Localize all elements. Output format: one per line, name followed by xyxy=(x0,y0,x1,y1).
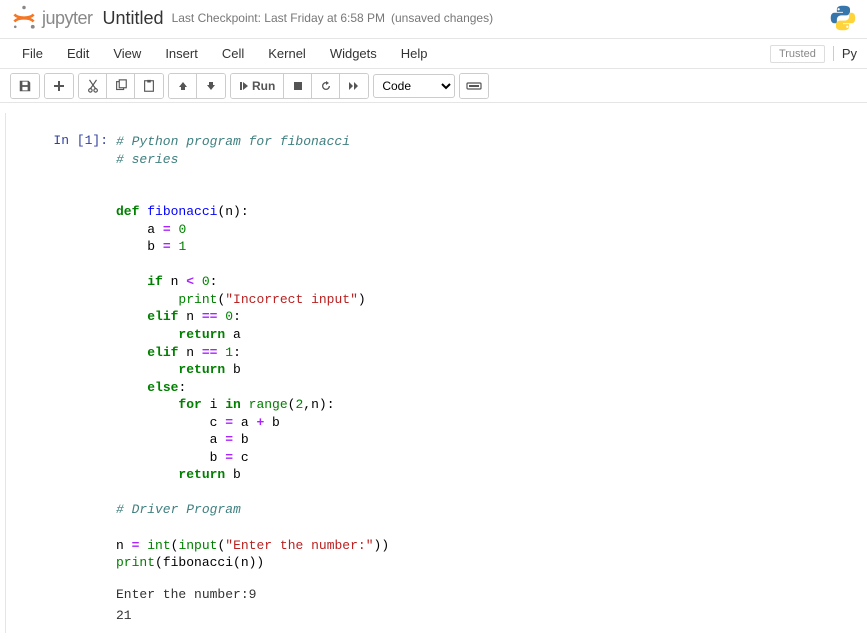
move-up-button[interactable] xyxy=(169,74,197,98)
paste-button[interactable] xyxy=(135,74,163,98)
python-logo-icon xyxy=(829,4,857,32)
code-line[interactable]: b = 1 xyxy=(116,238,867,256)
code-line[interactable]: print("Incorrect input") xyxy=(116,291,867,309)
menu-file[interactable]: File xyxy=(10,40,55,67)
code-line[interactable]: if n < 0: xyxy=(116,273,867,291)
menu-edit[interactable]: Edit xyxy=(55,40,101,67)
code-line[interactable]: elif n == 0: xyxy=(116,308,867,326)
restart-button[interactable] xyxy=(312,74,340,98)
menubar: FileEditViewInsertCellKernelWidgetsHelp … xyxy=(0,39,867,69)
code-line[interactable]: # series xyxy=(116,151,867,169)
output-line: Enter the number:9 xyxy=(116,586,867,604)
autosave-status: (unsaved changes) xyxy=(391,11,493,25)
output-line: 21 xyxy=(116,607,867,625)
code-line[interactable]: a = 0 xyxy=(116,221,867,239)
cell-type-select[interactable]: Code xyxy=(373,74,455,98)
code-line[interactable]: return b xyxy=(116,361,867,379)
menu-kernel[interactable]: Kernel xyxy=(256,40,318,67)
trusted-indicator[interactable]: Trusted xyxy=(770,45,825,63)
move-down-button[interactable] xyxy=(197,74,225,98)
code-line[interactable]: else: xyxy=(116,379,867,397)
cell-output: Enter the number:9 21 xyxy=(116,586,867,625)
kernel-name[interactable]: Py xyxy=(833,46,857,61)
save-button[interactable] xyxy=(11,74,39,98)
code-line[interactable]: # Python program for fibonacci xyxy=(116,133,867,151)
code-cell[interactable]: In [1]: # Python program for fibonacci# … xyxy=(6,125,867,633)
notebook-container: In [1]: # Python program for fibonacci# … xyxy=(6,113,867,633)
cut-button[interactable] xyxy=(79,74,107,98)
jupyter-icon xyxy=(10,4,38,32)
notebook-area: In [1]: # Python program for fibonacci# … xyxy=(0,103,867,643)
code-area[interactable]: # Python program for fibonacci# series d… xyxy=(116,129,867,629)
checkpoint-status: Last Checkpoint: Last Friday at 6:58 PM xyxy=(172,11,385,25)
add-cell-button[interactable] xyxy=(45,74,73,98)
jupyter-logo-text: jupyter xyxy=(42,8,93,29)
notebook-header: jupyter Untitled Last Checkpoint: Last F… xyxy=(0,0,867,39)
toolbar: Run Code xyxy=(0,69,867,103)
jupyter-logo[interactable]: jupyter xyxy=(10,4,93,32)
code-line[interactable] xyxy=(116,484,867,502)
code-line[interactable]: elif n == 1: xyxy=(116,344,867,362)
notebook-name[interactable]: Untitled xyxy=(103,8,164,29)
code-line[interactable]: n = int(input("Enter the number:")) xyxy=(116,537,867,555)
menu-cell[interactable]: Cell xyxy=(210,40,256,67)
code-line[interactable] xyxy=(116,186,867,204)
command-palette-button[interactable] xyxy=(460,74,488,98)
menu-insert[interactable]: Insert xyxy=(153,40,210,67)
menu-widgets[interactable]: Widgets xyxy=(318,40,389,67)
interrupt-button[interactable] xyxy=(284,74,312,98)
code-line[interactable] xyxy=(116,256,867,274)
code-line[interactable] xyxy=(116,168,867,186)
code-line[interactable]: print(fibonacci(n)) xyxy=(116,554,867,572)
code-line[interactable]: def fibonacci(n): xyxy=(116,203,867,221)
menu-view[interactable]: View xyxy=(101,40,153,67)
code-line[interactable]: a = b xyxy=(116,431,867,449)
restart-run-all-button[interactable] xyxy=(340,74,368,98)
code-line[interactable]: for i in range(2,n): xyxy=(116,396,867,414)
code-line[interactable]: c = a + b xyxy=(116,414,867,432)
code-line[interactable] xyxy=(116,519,867,537)
code-line[interactable]: b = c xyxy=(116,449,867,467)
menu-help[interactable]: Help xyxy=(389,40,440,67)
copy-button[interactable] xyxy=(107,74,135,98)
code-line[interactable]: return b xyxy=(116,466,867,484)
run-button[interactable]: Run xyxy=(231,74,284,98)
code-line[interactable]: # Driver Program xyxy=(116,501,867,519)
code-line[interactable]: return a xyxy=(116,326,867,344)
input-prompt: In [1]: xyxy=(6,129,116,629)
run-button-label: Run xyxy=(252,79,275,93)
